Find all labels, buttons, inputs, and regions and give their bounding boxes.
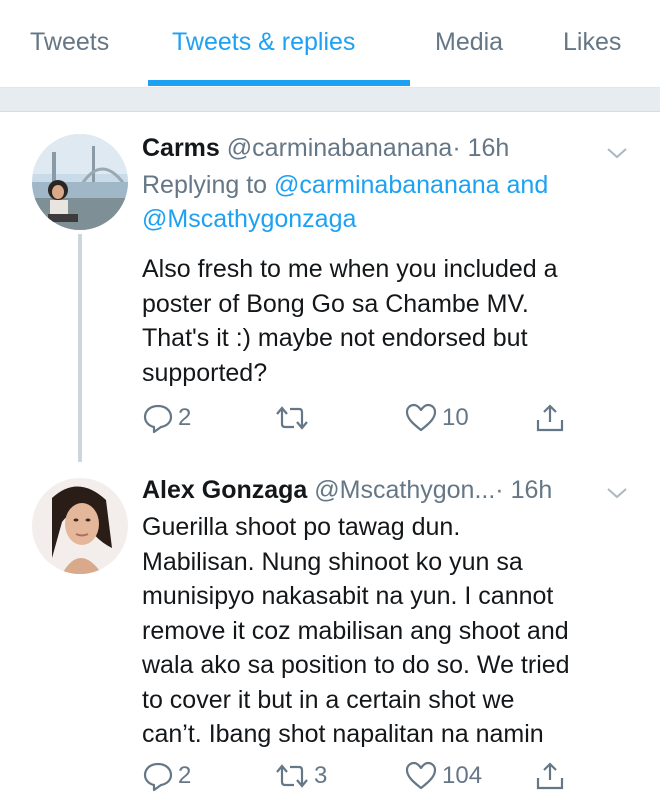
- retweet-icon: [276, 764, 308, 788]
- tweet-header: Alex Gonzaga @Mscathygon...· 16h: [142, 476, 552, 505]
- reply-icon: [143, 762, 173, 792]
- retweet-count: 3: [314, 762, 328, 789]
- like-button[interactable]: 104: [404, 756, 482, 796]
- mention-link[interactable]: @Mscathygonzaga: [142, 205, 356, 233]
- tweet-item[interactable]: Alex Gonzaga @Mscathygon...· 16h Guerill…: [0, 462, 660, 800]
- reply-button[interactable]: 2: [142, 756, 191, 796]
- author-handle[interactable]: @Mscathygon...: [314, 476, 495, 504]
- tweet-timestamp: · 16h: [495, 476, 553, 504]
- reply-button[interactable]: 2: [142, 398, 191, 438]
- author-name[interactable]: Carms: [142, 134, 220, 162]
- tab-tweets[interactable]: Tweets: [30, 28, 109, 57]
- share-icon: [536, 762, 564, 790]
- reply-count: 2: [178, 404, 192, 431]
- retweet-button[interactable]: [274, 398, 314, 438]
- like-count: 104: [442, 762, 483, 789]
- tweet-item[interactable]: Carms @carminabananana· 16h Replying to …: [0, 112, 660, 462]
- replying-to-label: Replying to: [142, 171, 275, 199]
- retweet-button[interactable]: 3: [274, 756, 327, 796]
- like-button[interactable]: 10: [404, 398, 469, 438]
- author-handle[interactable]: @carminabananana: [227, 134, 453, 162]
- tweet-actions: 2 10: [142, 398, 602, 438]
- tweet-header: Carms @carminabananana· 16h: [142, 134, 509, 163]
- author-name[interactable]: Alex Gonzaga: [142, 476, 307, 504]
- like-icon: [405, 403, 437, 432]
- active-tab-indicator: [148, 80, 410, 86]
- chevron-down-icon[interactable]: [606, 142, 628, 164]
- tab-tweets-and-replies[interactable]: Tweets & replies: [172, 28, 355, 57]
- share-button[interactable]: [534, 756, 566, 796]
- replying-to: Replying to @carminabananana and @Mscath…: [142, 168, 622, 236]
- reply-icon: [143, 404, 173, 434]
- mention-conjunction: and: [499, 171, 549, 199]
- tab-media[interactable]: Media: [435, 28, 503, 57]
- avatar[interactable]: [32, 478, 128, 574]
- tweet-timestamp: · 16h: [452, 134, 510, 162]
- chevron-down-icon[interactable]: [606, 482, 628, 504]
- timeline-divider-band: [0, 88, 660, 112]
- profile-tabs: Tweets Tweets & replies Media Likes: [0, 0, 660, 88]
- reply-count: 2: [178, 762, 192, 789]
- avatar[interactable]: [32, 134, 128, 230]
- mention-link[interactable]: @carminabananana: [274, 171, 500, 199]
- like-count: 10: [442, 404, 469, 431]
- retweet-icon: [276, 406, 308, 430]
- tweet-text: Also fresh to me when you included a pos…: [142, 255, 558, 387]
- share-button[interactable]: [534, 398, 566, 438]
- like-icon: [405, 761, 437, 790]
- share-icon: [536, 404, 564, 432]
- tab-likes[interactable]: Likes: [563, 28, 621, 57]
- tweet-actions: 2 3 104: [142, 756, 602, 796]
- thread-connector-line: [78, 234, 82, 462]
- tweet-text: Guerilla shoot po tawag dun. Mabilisan. …: [142, 513, 570, 748]
